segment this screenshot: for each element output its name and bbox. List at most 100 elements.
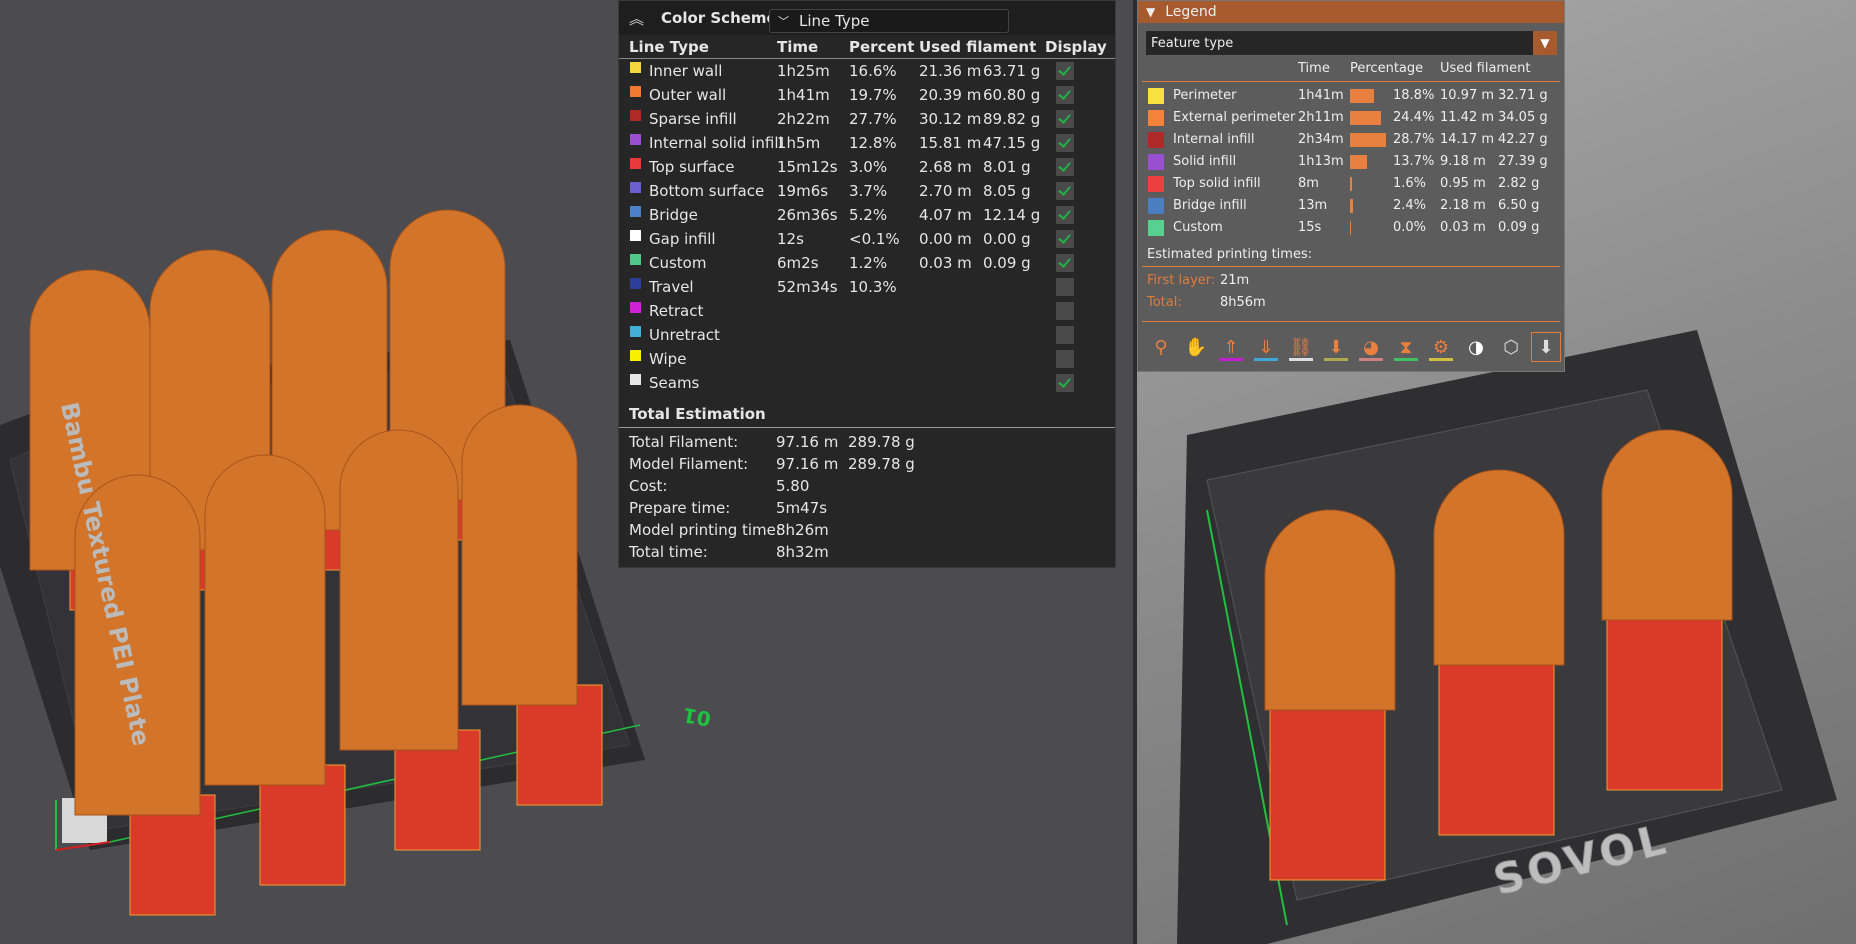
chevron-down-icon: ﹀ xyxy=(778,15,789,28)
total-estimation-label: Total Estimation xyxy=(629,405,766,423)
color-swatch xyxy=(630,158,641,169)
estimation-label: Model printing time: xyxy=(629,521,781,539)
length: 20.39 m xyxy=(919,86,982,104)
time: 19m6s xyxy=(777,182,829,200)
total-value: 8h56m xyxy=(1220,295,1266,310)
dropdown-arrow-icon[interactable]: ▼ xyxy=(1533,31,1557,55)
time: 2h22m xyxy=(777,110,830,128)
display-checkbox[interactable] xyxy=(1056,302,1074,320)
deretract-icon[interactable]: ⇓ xyxy=(1251,332,1281,362)
retract-icon[interactable]: ⇑ xyxy=(1216,332,1246,362)
color-swatch xyxy=(1148,132,1164,148)
line-type-name: Wipe xyxy=(649,350,687,368)
display-checkbox[interactable] xyxy=(1056,158,1074,176)
legend-toolbar: ⚲ ✋ ⇑ ⇓ ⛓ ⬇ ◕ ⧗ ⚙ ◑ ⬡ ⬇ xyxy=(1146,332,1561,362)
legend-table-header: Time Percentage Used filament xyxy=(1142,59,1560,82)
length: 0.03 m xyxy=(1440,220,1486,235)
color-scheme-header: ︽ Color Scheme ﹀ Line Type xyxy=(619,1,1115,35)
part-base xyxy=(1269,689,1386,881)
display-checkbox[interactable] xyxy=(1056,350,1074,368)
display-checkbox[interactable] xyxy=(1056,254,1074,272)
percentage: 18.8% xyxy=(1393,88,1435,103)
col-percentage: Percentage xyxy=(1350,61,1424,76)
legend-row: Solid infill 1h13m 13.7% 9.18 m 27.39 g xyxy=(1142,151,1560,173)
tool-change-icon[interactable]: ⬇ xyxy=(1321,332,1351,362)
collapse-triangle-icon[interactable]: ▼ xyxy=(1146,5,1155,19)
col-display: Display xyxy=(1045,38,1107,56)
feature-name: Top solid infill xyxy=(1173,176,1261,191)
legend-row: Perimeter 1h41m 18.8% 10.97 m 32.71 g xyxy=(1142,85,1560,107)
table-row: Bridge 26m36s 5.2% 4.07 m 12.14 g xyxy=(619,203,1115,227)
color-swatch xyxy=(630,62,641,73)
color-swatch xyxy=(630,230,641,241)
col-used-filament: Used filament xyxy=(919,38,1037,56)
feature-name: Custom xyxy=(1173,220,1223,235)
display-checkbox[interactable] xyxy=(1056,374,1074,392)
time: 13m xyxy=(1298,198,1328,213)
percent: <0.1% xyxy=(849,230,900,248)
printed-part xyxy=(1433,469,1565,666)
tool-marker-icon[interactable]: ⬇ xyxy=(1531,332,1561,362)
seam-icon[interactable]: ✋ xyxy=(1181,332,1211,362)
collapse-icon[interactable]: ︽ xyxy=(629,8,651,29)
color-swatch xyxy=(630,374,641,385)
estimation-value: 5.80 xyxy=(776,477,810,495)
display-checkbox[interactable] xyxy=(1056,278,1074,296)
axis-label: 01 xyxy=(681,702,713,732)
custom-gcode-icon[interactable]: ⚙ xyxy=(1426,332,1456,362)
percentage: 28.7% xyxy=(1393,132,1435,147)
center-of-gravity-icon[interactable]: ◑ xyxy=(1461,332,1491,362)
estimation-label: Model Filament: xyxy=(629,455,749,473)
weight: 60.80 g xyxy=(983,86,1041,104)
estimation-label: Total time: xyxy=(629,543,708,561)
table-row: Top surface 15m12s 3.0% 2.68 m 8.01 g xyxy=(619,155,1115,179)
color-swatch xyxy=(1148,198,1164,214)
estimation-row: Total time: 8h32m xyxy=(619,540,1115,562)
percentage: 24.4% xyxy=(1393,110,1435,125)
display-checkbox[interactable] xyxy=(1056,206,1074,224)
feature-name: Bridge infill xyxy=(1173,198,1247,213)
table-header: Line Type Time Percent Used filament Dis… xyxy=(619,35,1115,59)
legend-header[interactable]: ▼ Legend xyxy=(1138,1,1564,23)
color-swatch xyxy=(630,206,641,217)
estimation-label: Prepare time: xyxy=(629,499,731,517)
display-checkbox[interactable] xyxy=(1056,182,1074,200)
estimation-value: 8h26m xyxy=(776,521,829,539)
table-row: Bottom surface 19m6s 3.7% 2.70 m 8.05 g xyxy=(619,179,1115,203)
display-checkbox[interactable] xyxy=(1056,86,1074,104)
col-line-type: Line Type xyxy=(629,38,709,56)
line-type-name: Top surface xyxy=(649,158,735,176)
color-swatch xyxy=(1148,110,1164,126)
wipe-icon[interactable]: ⛓ xyxy=(1286,332,1316,362)
travel-icon[interactable]: ⚲ xyxy=(1146,332,1176,362)
color-scheme-value: Line Type xyxy=(799,12,870,30)
weight: 47.15 g xyxy=(983,134,1041,152)
length: 2.70 m xyxy=(919,182,972,200)
color-scheme-select[interactable]: ﹀ Line Type xyxy=(769,9,1009,33)
time: 15m12s xyxy=(777,158,838,176)
printed-part xyxy=(461,404,578,706)
bounding-box-icon[interactable]: ⬡ xyxy=(1496,332,1526,362)
legend-title: Legend xyxy=(1165,4,1217,20)
col-used-filament: Used filament xyxy=(1440,61,1531,76)
color-change-icon[interactable]: ◕ xyxy=(1356,332,1386,362)
percent: 3.0% xyxy=(849,158,888,176)
display-checkbox[interactable] xyxy=(1056,110,1074,128)
time: 1h41m xyxy=(777,86,830,104)
line-type-name: Bottom surface xyxy=(649,182,765,200)
weight: 32.71 g xyxy=(1498,88,1548,103)
line-type-name: Custom xyxy=(649,254,707,272)
percentage: 2.4% xyxy=(1393,198,1427,213)
percent: 1.2% xyxy=(849,254,888,272)
display-checkbox[interactable] xyxy=(1056,62,1074,80)
time: 2h34m xyxy=(1298,132,1344,147)
display-checkbox[interactable] xyxy=(1056,326,1074,344)
time: 1h25m xyxy=(777,62,830,80)
pause-icon[interactable]: ⧗ xyxy=(1391,332,1421,362)
view-type-select[interactable]: Feature type ▼ xyxy=(1146,31,1557,55)
line-type-name: Internal solid infill xyxy=(649,134,783,152)
percentage-bar xyxy=(1350,155,1368,169)
display-checkbox[interactable] xyxy=(1056,134,1074,152)
display-checkbox[interactable] xyxy=(1056,230,1074,248)
color-swatch xyxy=(1148,154,1164,170)
